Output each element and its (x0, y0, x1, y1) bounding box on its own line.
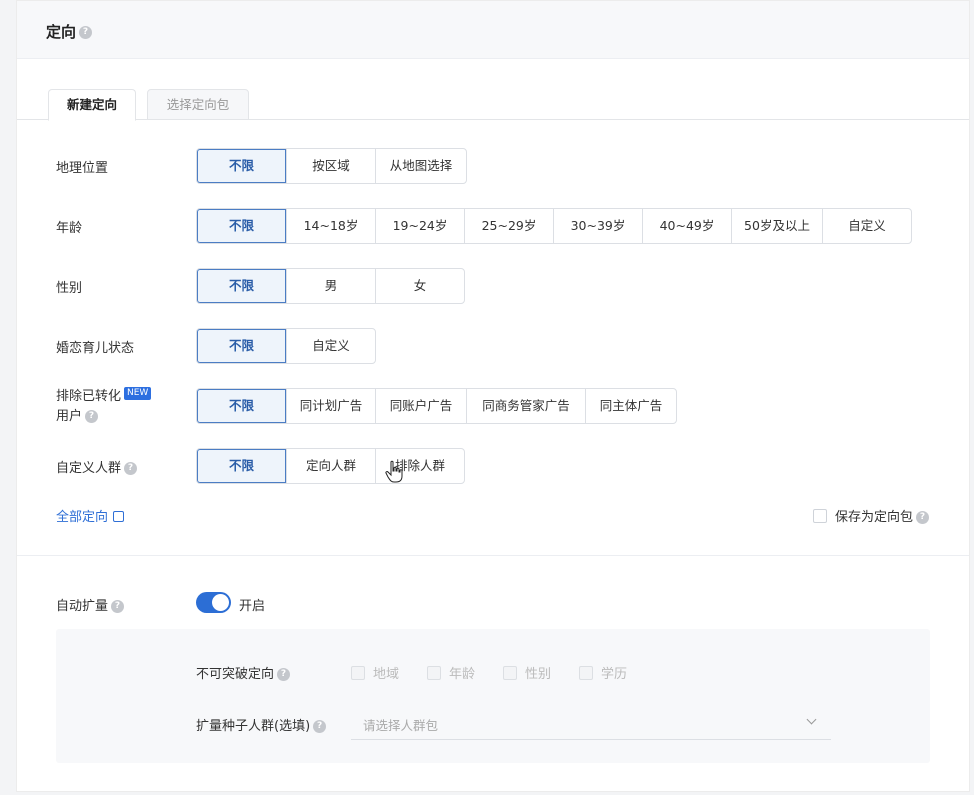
age-option-custom[interactable]: 自定义 (822, 209, 911, 243)
page-title-text: 定向 (46, 23, 77, 41)
checkbox[interactable] (503, 666, 517, 680)
hand-cursor-icon (385, 460, 403, 483)
chevron-down-icon (806, 714, 817, 725)
label-geo: 地理位置 (56, 161, 109, 176)
checkbox[interactable] (427, 666, 441, 680)
age-option-50-plus[interactable]: 50岁及以上 (731, 209, 822, 243)
help-icon[interactable]: ? (124, 462, 138, 475)
tab-bar: 新建定向 选择定向包 (17, 89, 969, 121)
geo-option-unlimited[interactable]: 不限 (197, 149, 286, 183)
option-text: 年龄 (449, 667, 476, 682)
checkbox[interactable] (579, 666, 593, 680)
age-option-14-18[interactable]: 14~18岁 (286, 209, 375, 243)
auto-expand-label-text: 自动扩量 (56, 599, 109, 614)
tab-new-targeting[interactable]: 新建定向 (48, 89, 136, 121)
seed-label-text: 扩量种子人群(选填) (196, 719, 311, 734)
gender-option-female[interactable]: 女 (375, 269, 464, 303)
seed-audience-select[interactable]: 请选择人群包 (351, 706, 831, 740)
page-title: 定向? (46, 21, 93, 42)
label-age: 年龄 (56, 221, 83, 236)
exclude-option-unlimited[interactable]: 不限 (197, 389, 286, 423)
help-icon[interactable]: ? (313, 720, 327, 733)
tab-select-package[interactable]: 选择定向包 (147, 89, 249, 120)
seg-geo: 不限 按区域 从地图选择 (196, 148, 467, 184)
age-option-19-24[interactable]: 19~24岁 (375, 209, 464, 243)
age-option-40-49[interactable]: 40~49岁 (642, 209, 731, 243)
label-seed-audience: 扩量种子人群(选填)? (196, 715, 327, 734)
audience-option-include[interactable]: 定向人群 (286, 449, 375, 483)
new-badge: NEW (124, 387, 152, 400)
geo-option-region[interactable]: 按区域 (286, 149, 375, 183)
custom-audience-label-text: 自定义人群 (56, 461, 122, 476)
help-icon[interactable]: ? (916, 511, 929, 524)
exclude-label-line2: 用户 (56, 409, 83, 424)
option-text: 学历 (601, 667, 628, 682)
section-divider (17, 555, 969, 556)
auto-expand-toggle[interactable] (196, 592, 231, 613)
all-targeting-text: 全部定向 (56, 510, 109, 525)
save-as-package[interactable]: 保存为定向包? (812, 506, 929, 525)
external-link-icon (113, 511, 125, 522)
option-text: 性别 (525, 667, 552, 682)
gender-option-male[interactable]: 男 (286, 269, 375, 303)
targeting-card: 定向? 新建定向 选择定向包 地理位置 不限 按区域 从地图选择 年龄 不限 1… (16, 0, 970, 792)
gender-option-unlimited[interactable]: 不限 (197, 269, 286, 303)
all-targeting-link[interactable]: 全部定向 (56, 506, 125, 525)
age-option-25-29[interactable]: 25~29岁 (464, 209, 553, 243)
help-icon[interactable]: ? (85, 410, 99, 423)
help-icon[interactable]: ? (277, 668, 291, 681)
toggle-knob (212, 594, 229, 611)
card-header: 定向? (17, 1, 969, 59)
label-marital: 婚恋育儿状态 (56, 341, 135, 356)
age-option-unlimited[interactable]: 不限 (197, 209, 286, 243)
label-auto-expand: 自动扩量? (56, 595, 125, 614)
label-custom-audience: 自定义人群? (56, 457, 138, 476)
help-icon[interactable]: ? (79, 26, 93, 39)
age-option-30-39[interactable]: 30~39岁 (553, 209, 642, 243)
marital-option-custom[interactable]: 自定义 (286, 329, 375, 363)
unbreakable-option-gender[interactable]: 性别 (503, 663, 551, 682)
unbreakable-option-age[interactable]: 年龄 (427, 663, 475, 682)
label-gender: 性别 (56, 281, 83, 296)
exclude-option-same-account[interactable]: 同账户广告 (375, 389, 466, 423)
option-text: 地域 (373, 667, 400, 682)
seg-marital: 不限 自定义 (196, 328, 376, 364)
save-package-checkbox[interactable] (812, 509, 827, 523)
save-package-label: 保存为定向包 (834, 510, 913, 525)
seg-age: 不限 14~18岁 19~24岁 25~29岁 30~39岁 40~49岁 50… (196, 208, 912, 244)
auto-expand-status: 开启 (239, 599, 266, 614)
exclude-option-same-manager[interactable]: 同商务管家广告 (466, 389, 585, 423)
unbreakable-option-education[interactable]: 学历 (579, 663, 627, 682)
exclude-option-same-entity[interactable]: 同主体广告 (585, 389, 676, 423)
label-unbreakable: 不可突破定向? (196, 663, 291, 682)
audience-option-unlimited[interactable]: 不限 (197, 449, 286, 483)
seed-select-placeholder: 请选择人群包 (363, 718, 439, 733)
exclude-label-line1: 排除已转化 (56, 389, 122, 404)
marital-option-unlimited[interactable]: 不限 (197, 329, 286, 363)
seg-exclude-converted: 不限 同计划广告 同账户广告 同商务管家广告 同主体广告 (196, 388, 677, 424)
unbreakable-label-text: 不可突破定向 (196, 667, 275, 682)
help-icon[interactable]: ? (111, 600, 125, 613)
label-exclude-converted: 排除已转化 NEW 用户? (56, 387, 152, 427)
seg-custom-audience: 不限 定向人群 排除人群 (196, 448, 465, 484)
checkbox[interactable] (351, 666, 365, 680)
unbreakable-option-region[interactable]: 地域 (351, 663, 399, 682)
auto-expand-panel (56, 629, 930, 763)
exclude-option-same-plan[interactable]: 同计划广告 (286, 389, 375, 423)
seg-gender: 不限 男 女 (196, 268, 465, 304)
geo-option-map[interactable]: 从地图选择 (375, 149, 466, 183)
